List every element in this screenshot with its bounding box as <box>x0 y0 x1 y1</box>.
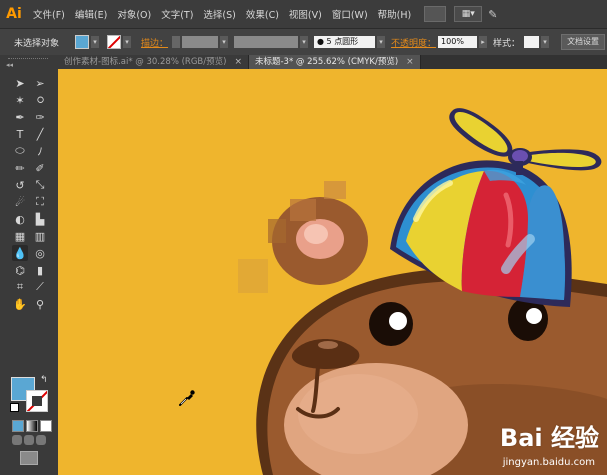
close-icon[interactable]: × <box>234 55 242 69</box>
graphic-style-swatch[interactable] <box>524 36 540 48</box>
tools-panel: ◂◂ ➤ ➢ ✶ ഠ ✒ ✑ T ╱ ⬭ ﾉ ✏ ✐ ↺ ⤡ ☄ ⛶ ◐ ▙ ▦… <box>0 55 58 475</box>
fill-color-swatch[interactable] <box>75 35 90 49</box>
document-setup-button[interactable]: 文档设置 <box>561 34 606 50</box>
menu-help[interactable]: 帮助(H) <box>373 7 417 21</box>
rotate-tool-icon[interactable]: ↺ <box>12 177 28 193</box>
opacity-dropdown-icon[interactable]: ▸ <box>479 36 488 48</box>
stroke-weight-stepper[interactable] <box>172 36 181 48</box>
warp-tool-icon[interactable]: ☄ <box>12 194 28 210</box>
artboard-tool-icon[interactable]: ⌗ <box>12 279 28 295</box>
tab-untitled-3[interactable]: 未标题-3* @ 255.62% (CMYK/预览) × <box>248 55 421 69</box>
draw-inside-icon[interactable] <box>36 435 46 445</box>
type-tool-icon[interactable]: T <box>12 126 28 142</box>
style-dropdown-icon[interactable]: ▾ <box>541 36 550 48</box>
ellipse-tool-icon[interactable]: ⬭ <box>12 143 28 159</box>
screen-mode-button[interactable] <box>20 451 38 465</box>
shape-builder-tool-icon[interactable]: ◐ <box>12 211 28 227</box>
stroke-weight-field[interactable] <box>182 36 219 48</box>
profile-dropdown-icon[interactable]: ▾ <box>300 36 309 48</box>
menu-view[interactable]: 视图(V) <box>284 7 327 21</box>
tab-label: 创作素材-图标.ai* @ 30.28% (RGB/预览) <box>64 57 227 67</box>
drawing-mode-row <box>12 435 46 445</box>
none-mode-icon[interactable] <box>40 420 52 432</box>
stroke-panel-link[interactable]: 描边： <box>141 36 168 49</box>
ear-left <box>238 181 368 293</box>
document-tab-bar: 创作素材-图标.ai* @ 30.28% (RGB/预览) × 未标题-3* @… <box>58 55 607 69</box>
stroke-weight-dropdown-icon[interactable]: ▾ <box>220 36 229 48</box>
draw-behind-icon[interactable] <box>24 435 34 445</box>
hand-tool-icon[interactable]: ✋ <box>12 296 28 312</box>
menu-file[interactable]: 文件(F) <box>28 7 70 21</box>
curvature-tool-icon[interactable]: ✑ <box>32 109 48 125</box>
collapse-panel-icon[interactable]: ◂◂ <box>6 61 13 69</box>
color-mode-row <box>12 420 52 432</box>
scale-tool-icon[interactable]: ⤡ <box>32 177 48 193</box>
zoom-tool-icon[interactable]: ⚲ <box>32 296 48 312</box>
magic-wand-tool-icon[interactable]: ✶ <box>12 92 28 108</box>
direct-selection-tool-icon[interactable]: ➢ <box>32 75 48 91</box>
selection-status: 未选择对象 <box>14 38 60 49</box>
tab-label: 未标题-3* @ 255.62% (CMYK/预览) <box>254 57 399 67</box>
symbol-sprayer-tool-icon[interactable]: ⌬ <box>12 262 28 278</box>
free-transform-tool-icon[interactable]: ⛶ <box>32 194 48 210</box>
app-logo[interactable]: Ai <box>0 0 28 28</box>
menu-object[interactable]: 对象(O) <box>112 7 156 21</box>
lasso-tool-icon[interactable]: ഠ <box>32 92 48 108</box>
panel-grip[interactable] <box>8 58 48 61</box>
gpu-brush-icon[interactable]: ✎ <box>488 8 497 21</box>
gradient-tool-icon[interactable]: ▥ <box>32 228 48 244</box>
selection-tool-icon[interactable]: ➤ <box>12 75 28 91</box>
stroke-color-swatch[interactable] <box>107 35 122 49</box>
arrange-documents-button[interactable]: ▦▾ <box>454 6 483 22</box>
gradient-mode-icon[interactable] <box>26 420 38 432</box>
brush-definition-field[interactable]: ● 5 点圆形 <box>314 36 376 48</box>
perspective-grid-tool-icon[interactable]: ▙ <box>32 211 48 227</box>
eyedropper-cursor-icon <box>179 390 195 406</box>
slice-tool-icon[interactable]: ⟋ <box>32 279 48 295</box>
draw-normal-icon[interactable] <box>12 435 22 445</box>
control-bar: 未选择对象 ▾ ▾ 描边： ▾ ▾ ● 5 点圆形 ▾ 不透明度： 100% ▸… <box>0 29 607 56</box>
style-label: 样式： <box>493 38 521 49</box>
blend-tool-icon[interactable]: ◎ <box>32 245 48 261</box>
menu-type[interactable]: 文字(T) <box>156 7 198 21</box>
menu-effect[interactable]: 效果(C) <box>241 7 284 21</box>
mesh-tool-icon[interactable]: ▦ <box>12 228 28 244</box>
stroke-dropdown-icon[interactable]: ▾ <box>123 36 132 48</box>
opacity-panel-link[interactable]: 不透明度： <box>391 36 436 49</box>
artboard-canvas[interactable]: Bai 经验 jingyan.baidu.com <box>58 69 607 475</box>
opacity-field[interactable]: 100% <box>438 36 478 48</box>
swap-fill-stroke-icon[interactable]: ↰ <box>40 375 48 385</box>
stroke-color-box[interactable] <box>26 390 48 412</box>
blob-brush-tool-icon[interactable]: ✐ <box>32 160 48 176</box>
paintbrush-tool-icon[interactable]: ﾉ <box>32 143 48 159</box>
baidu-jingyan-watermark: Bai 经验 jingyan.baidu.com <box>499 418 599 468</box>
fill-dropdown-icon[interactable]: ▾ <box>91 36 100 48</box>
menu-window[interactable]: 窗口(W) <box>327 7 373 21</box>
line-segment-tool-icon[interactable]: ╱ <box>32 126 48 142</box>
menu-edit[interactable]: 编辑(E) <box>70 7 112 21</box>
pencil-tool-icon[interactable]: ✏ <box>12 160 28 176</box>
bear-illustration <box>238 108 607 475</box>
watermark-url: jingyan.baidu.com <box>502 457 595 468</box>
close-icon[interactable]: × <box>406 55 414 69</box>
menu-bar: Ai 文件(F) 编辑(E) 对象(O) 文字(T) 选择(S) 效果(C) 视… <box>0 0 607 28</box>
eyedropper-tool-icon[interactable]: 💧 <box>12 245 28 261</box>
column-graph-tool-icon[interactable]: ▮ <box>32 262 48 278</box>
default-fill-stroke-icon[interactable] <box>10 403 19 412</box>
bridge-button[interactable] <box>424 6 447 22</box>
brush-dropdown-icon[interactable]: ▾ <box>377 36 386 48</box>
color-mode-icon[interactable] <box>12 420 24 432</box>
pen-tool-icon[interactable]: ✒ <box>12 109 28 125</box>
watermark-logo: Bai 经验 <box>499 424 599 452</box>
variable-width-profile[interactable] <box>234 36 299 48</box>
menu-select[interactable]: 选择(S) <box>198 7 240 21</box>
tab-icon-document[interactable]: 创作素材-图标.ai* @ 30.28% (RGB/预览) × <box>58 55 249 69</box>
